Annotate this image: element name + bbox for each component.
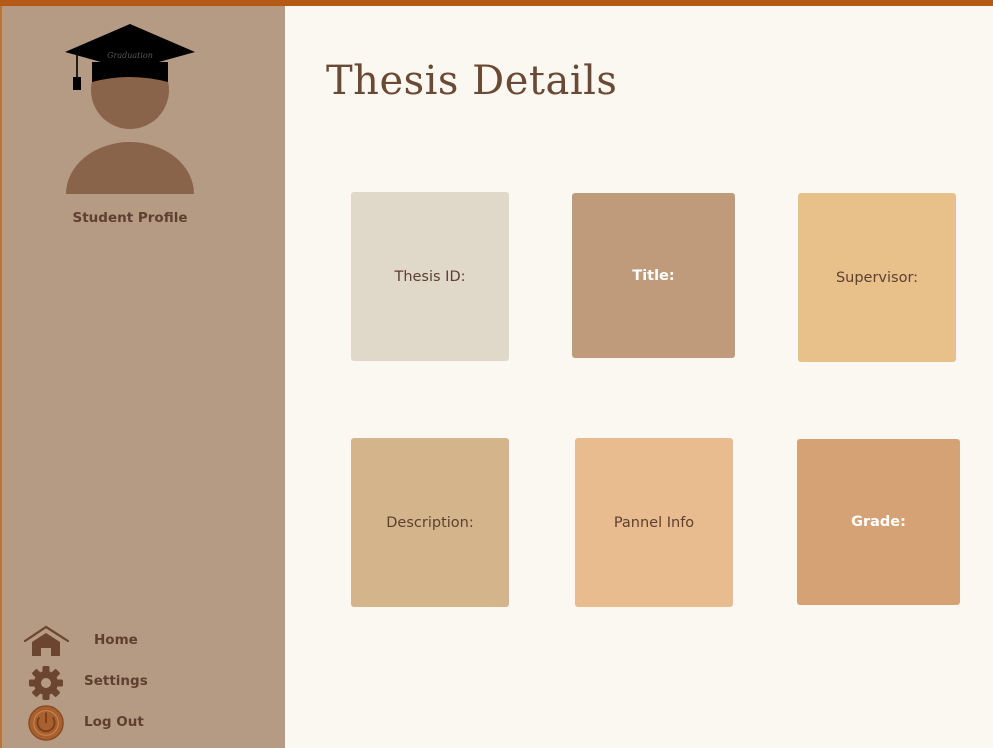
sidebar-item-home[interactable]: Home [22,623,222,659]
panel-info-card[interactable]: Pannel Info [575,438,733,607]
student-profile-label: Student Profile [72,210,188,226]
gear-icon [29,666,63,700]
description-card[interactable]: Description: [351,438,509,607]
card-label: Grade: [851,514,906,530]
sidebar-item-label: Settings [84,673,148,689]
main-content: Thesis Details Thesis ID: Title: Supervi… [285,6,993,748]
title-card[interactable]: Title: [572,193,735,358]
thesis-id-card[interactable]: Thesis ID: [351,192,509,361]
svg-text:Graduation: Graduation [107,51,153,60]
card-label: Title: [632,267,675,284]
supervisor-card[interactable]: Supervisor: [798,193,956,362]
sidebar-item-settings[interactable]: Settings [22,664,222,700]
sidebar: Graduation Student Profile Home Settings [0,6,285,748]
card-label: Description: [386,514,474,531]
sidebar-item-label: Log Out [84,714,144,730]
sidebar-item-label: Home [94,632,138,648]
card-label: Supervisor: [835,269,919,286]
card-label: Thesis ID: [394,268,466,285]
student-avatar-icon: Graduation [65,24,195,194]
page-title: Thesis Details [326,58,618,104]
grade-card[interactable]: Grade: [797,439,960,605]
card-label: Pannel Info [613,514,695,531]
sidebar-item-logout[interactable]: Log Out [22,705,222,741]
power-icon [28,705,64,741]
home-icon [23,625,70,656]
